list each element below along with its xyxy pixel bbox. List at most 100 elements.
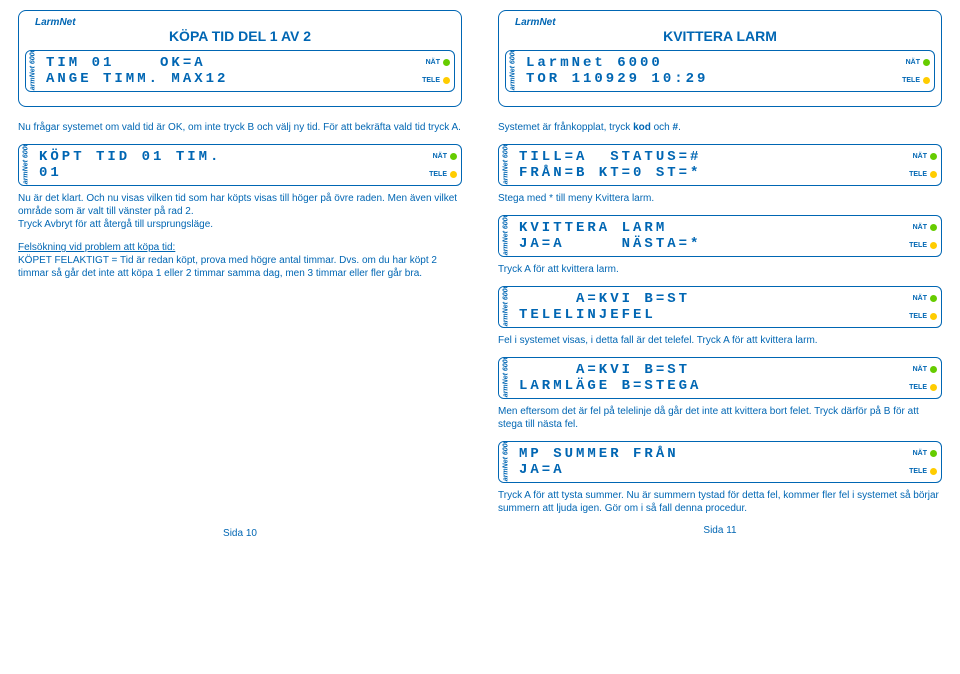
lcd-brand-text: LarmNet 6000 — [503, 286, 510, 328]
led-tele-row: TELE — [894, 77, 930, 84]
lcd-brand-strip: LarmNet 6000 — [499, 287, 513, 327]
lcd-brand-strip: LarmNet 6000 — [499, 442, 513, 482]
led-green-icon — [930, 153, 937, 160]
led-tele-label: TELE — [422, 77, 440, 84]
led-tele-row: TELE — [901, 313, 937, 320]
led-nat-row: NÄT — [421, 153, 457, 160]
led-nat-row: NÄT — [901, 450, 937, 457]
lcd-leds: NÄT TELE — [901, 442, 941, 482]
lcd-screen: KVITTERA LARM JA=A NÄSTA=* — [513, 216, 901, 256]
right-desc-2: Stega med * till meny Kvittera larm. — [498, 192, 942, 205]
left-desc-3: Felsökning vid problem att köpa tid: KÖP… — [18, 241, 462, 280]
led-tele-row: TELE — [901, 242, 937, 249]
led-green-icon — [930, 295, 937, 302]
left-footer: Sida 10 — [18, 528, 462, 539]
led-tele-label: TELE — [909, 384, 927, 391]
fieldset-legend: LarmNet — [31, 17, 80, 28]
lcd-brand-strip: LarmNet 6000 — [19, 145, 33, 185]
lcd-line-2: ANGE TIMM. MAX12 — [46, 71, 408, 87]
lcd-panel: LarmNet 6000 KÖPT TID 01 TIM. 01 NÄT TEL… — [18, 144, 462, 186]
lcd-line-1: TILL=A STATUS=# — [519, 149, 895, 165]
lcd-panel: LarmNet 6000 LarmNet 6000 TOR 110929 10:… — [505, 50, 935, 92]
led-nat-label: NÄT — [913, 450, 927, 457]
lcd-screen: A=KVI B=ST TELELINJEFEL — [513, 287, 901, 327]
led-nat-row: NÄT — [901, 295, 937, 302]
led-nat-label: NÄT — [433, 153, 447, 160]
lcd-screen: KÖPT TID 01 TIM. 01 — [33, 145, 421, 185]
right-fieldset: LarmNet KVITTERA LARM LarmNet 6000 LarmN… — [498, 10, 942, 107]
right-desc-3: Tryck A för att kvittera larm. — [498, 263, 942, 276]
lcd-screen: LarmNet 6000 TOR 110929 10:29 — [520, 51, 894, 91]
page-right: LarmNet KVITTERA LARM LarmNet 6000 LarmN… — [480, 0, 960, 549]
led-yellow-icon — [923, 77, 930, 84]
lcd-line-2: 01 — [39, 165, 415, 181]
lcd-brand-text: LarmNet 6000 — [503, 215, 510, 257]
led-nat-label: NÄT — [913, 153, 927, 160]
lcd-screen: TILL=A STATUS=# FRÅN=B KT=0 ST=* — [513, 145, 901, 185]
lcd-line-2: JA=A NÄSTA=* — [519, 236, 895, 252]
lcd-line-2: JA=A — [519, 462, 895, 478]
lcd-panel: LarmNet 6000 KVITTERA LARM JA=A NÄSTA=* … — [498, 215, 942, 257]
right-desc-5: Men eftersom det är fel på telelinje då … — [498, 405, 942, 431]
led-yellow-icon — [450, 171, 457, 178]
lcd-brand-strip: LarmNet 6000 — [499, 145, 513, 185]
lcd-line-1: KÖPT TID 01 TIM. — [39, 149, 415, 165]
lcd-line-1: A=KVI B=ST — [519, 291, 895, 307]
lcd-line-2: FRÅN=B KT=0 ST=* — [519, 165, 895, 181]
led-nat-row: NÄT — [894, 59, 930, 66]
lcd-line-1: LarmNet 6000 — [526, 55, 888, 71]
led-nat-row: NÄT — [901, 153, 937, 160]
lcd-brand-strip: LarmNet 6000 — [499, 216, 513, 256]
lcd-brand-strip: LarmNet 6000 — [499, 358, 513, 398]
led-nat-label: NÄT — [913, 295, 927, 302]
left-desc-2b: Tryck Avbryt för att återgå till ursprun… — [18, 219, 213, 230]
led-green-icon — [443, 59, 450, 66]
fieldset-legend: LarmNet — [511, 17, 560, 28]
lcd-line-1: A=KVI B=ST — [519, 362, 895, 378]
lcd-line-2: LARMLÄGE B=STEGA — [519, 378, 895, 394]
lcd-line-2: TOR 110929 10:29 — [526, 71, 888, 87]
page-spread: LarmNet KÖPA TID DEL 1 AV 2 LarmNet 6000… — [0, 0, 960, 549]
led-nat-label: NÄT — [913, 366, 927, 373]
led-tele-row: TELE — [421, 171, 457, 178]
led-tele-row: TELE — [901, 468, 937, 475]
lcd-leds: NÄT TELE — [901, 287, 941, 327]
lcd-brand-text: LarmNet 6000 — [510, 50, 517, 92]
lcd-brand-text: LarmNet 6000 — [503, 441, 510, 483]
led-tele-label: TELE — [909, 468, 927, 475]
led-yellow-icon — [930, 313, 937, 320]
led-tele-label: TELE — [909, 171, 927, 178]
left-desc-3-body: KÖPET FELAKTIGT = Tid är redan köpt, pro… — [18, 255, 437, 279]
led-nat-row: NÄT — [901, 224, 937, 231]
lcd-line-2: TELELINJEFEL — [519, 307, 895, 323]
right-section-title: KVITTERA LARM — [505, 28, 935, 44]
lcd-line-1: KVITTERA LARM — [519, 220, 895, 236]
led-nat-row: NÄT — [414, 59, 450, 66]
page-left: LarmNet KÖPA TID DEL 1 AV 2 LarmNet 6000… — [0, 0, 480, 549]
led-nat-label: NÄT — [426, 59, 440, 66]
right-footer: Sida 11 — [498, 525, 942, 536]
led-tele-row: TELE — [901, 384, 937, 391]
led-green-icon — [930, 366, 937, 373]
right-desc-6: Tryck A för att tysta summer. Nu är summ… — [498, 489, 942, 515]
spacer — [18, 290, 462, 520]
lcd-panel: LarmNet 6000 A=KVI B=ST TELELINJEFEL NÄT… — [498, 286, 942, 328]
lcd-leds: NÄT TELE — [901, 145, 941, 185]
lcd-leds: NÄT TELE — [901, 358, 941, 398]
lcd-brand-strip: LarmNet 6000 — [506, 51, 520, 91]
left-desc-3-title: Felsökning vid problem att köpa tid: — [18, 242, 175, 253]
lcd-leds: NÄT TELE — [421, 145, 461, 185]
led-yellow-icon — [930, 384, 937, 391]
led-green-icon — [930, 224, 937, 231]
lcd-line-1: TIM 01 OK=A — [46, 55, 408, 71]
led-yellow-icon — [930, 468, 937, 475]
led-nat-label: NÄT — [906, 59, 920, 66]
lcd-screen: MP SUMMER FRÅN JA=A — [513, 442, 901, 482]
led-tele-label: TELE — [429, 171, 447, 178]
led-tele-row: TELE — [414, 77, 450, 84]
led-yellow-icon — [443, 77, 450, 84]
lcd-screen: TIM 01 OK=A ANGE TIMM. MAX12 — [40, 51, 414, 91]
led-nat-label: NÄT — [913, 224, 927, 231]
led-green-icon — [930, 450, 937, 457]
lcd-brand-text: LarmNet 6000 — [503, 357, 510, 399]
